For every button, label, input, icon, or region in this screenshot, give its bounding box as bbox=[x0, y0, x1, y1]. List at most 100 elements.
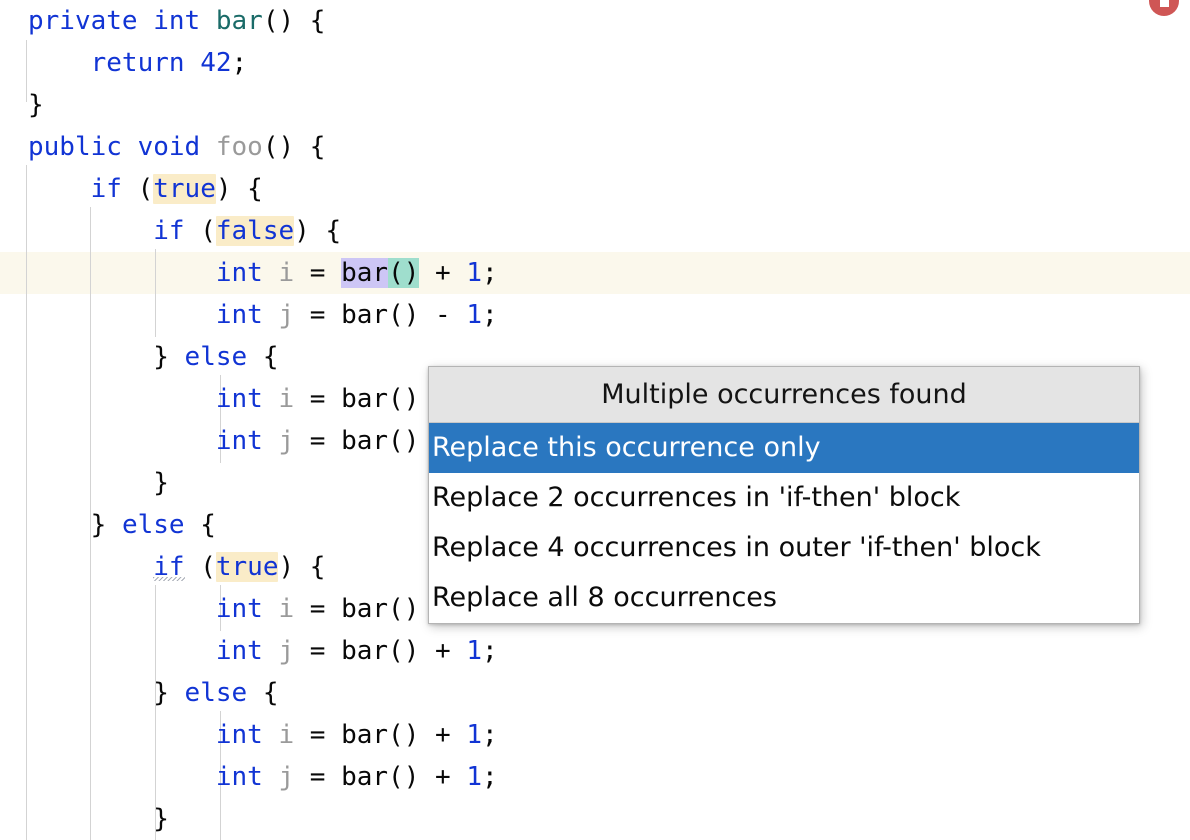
popup-option-1[interactable]: Replace this occurrence only bbox=[429, 423, 1139, 473]
code-token bbox=[28, 384, 216, 414]
code-token: bar() bbox=[341, 384, 419, 414]
code-line-text: int i = bar() + 1; bbox=[28, 252, 498, 294]
code-token: = bbox=[294, 384, 341, 414]
code-token: else bbox=[185, 678, 248, 708]
code-token bbox=[106, 510, 122, 540]
code-line[interactable]: int i = bar() + 1; bbox=[0, 252, 1190, 294]
code-token: = bbox=[294, 426, 341, 456]
highlighted-constant: true bbox=[153, 174, 216, 204]
code-line[interactable]: int j = bar() + 1; bbox=[0, 630, 1190, 672]
code-line[interactable]: int j = bar() + 1; bbox=[0, 756, 1190, 798]
code-token: else bbox=[185, 342, 248, 372]
code-token: () { bbox=[263, 6, 326, 36]
code-token: bar() bbox=[341, 720, 419, 750]
code-token: ) { bbox=[294, 216, 341, 246]
code-token bbox=[28, 636, 216, 666]
code-token: int bbox=[216, 636, 263, 666]
code-token: } bbox=[153, 804, 169, 834]
code-line-text: if (true) { bbox=[28, 168, 263, 210]
code-token: i bbox=[278, 384, 294, 414]
code-line[interactable]: } bbox=[0, 798, 1190, 840]
code-line-text: } else { bbox=[28, 672, 278, 714]
code-token: int bbox=[216, 720, 263, 750]
code-line-text: } bbox=[28, 462, 169, 504]
popup-title: Multiple occurrences found bbox=[429, 367, 1139, 423]
code-token bbox=[263, 636, 279, 666]
code-line[interactable]: return 42; bbox=[0, 42, 1190, 84]
code-token: j bbox=[278, 636, 294, 666]
code-token: bar() bbox=[341, 300, 419, 330]
code-token: { bbox=[247, 342, 278, 372]
code-line-text: int i = bar() + 1; bbox=[28, 714, 498, 756]
code-token: ; bbox=[482, 636, 498, 666]
code-token bbox=[138, 6, 154, 36]
popup-option-4[interactable]: Replace all 8 occurrences bbox=[429, 573, 1139, 623]
popup-option-2[interactable]: Replace 2 occurrences in 'if-then' block bbox=[429, 473, 1139, 523]
code-token: 42 bbox=[200, 48, 231, 78]
code-token bbox=[263, 300, 279, 330]
code-token bbox=[28, 342, 153, 372]
indent-guide bbox=[26, 40, 27, 102]
code-token: + bbox=[419, 636, 466, 666]
code-token: j bbox=[278, 300, 294, 330]
code-token bbox=[28, 258, 216, 288]
code-line-text: } bbox=[28, 798, 169, 840]
code-line[interactable]: private int bar() { bbox=[0, 0, 1190, 42]
code-token: { bbox=[247, 678, 278, 708]
code-token bbox=[169, 342, 185, 372]
code-token: if bbox=[153, 216, 184, 246]
code-token: i bbox=[278, 594, 294, 624]
code-token: 1 bbox=[466, 762, 482, 792]
code-token: ; bbox=[232, 48, 248, 78]
code-token: ( bbox=[185, 216, 216, 246]
error-stop-glyph bbox=[1160, 0, 1169, 7]
code-token: 1 bbox=[466, 258, 482, 288]
code-token: () { bbox=[263, 132, 326, 162]
code-token bbox=[263, 426, 279, 456]
code-line[interactable]: } else { bbox=[0, 672, 1190, 714]
code-token bbox=[28, 552, 153, 582]
code-token: } bbox=[153, 342, 169, 372]
code-token: j bbox=[278, 426, 294, 456]
code-token: void bbox=[138, 132, 201, 162]
code-token: int bbox=[216, 762, 263, 792]
code-token: public bbox=[28, 132, 122, 162]
code-token bbox=[28, 48, 91, 78]
code-token: else bbox=[122, 510, 185, 540]
code-token bbox=[28, 804, 153, 834]
code-token bbox=[200, 132, 216, 162]
code-token: } bbox=[153, 678, 169, 708]
code-token bbox=[28, 594, 216, 624]
code-token bbox=[28, 426, 216, 456]
code-token: ; bbox=[482, 258, 498, 288]
code-token: foo bbox=[216, 132, 263, 162]
multiple-occurrences-popup[interactable]: Multiple occurrences found Replace this … bbox=[428, 366, 1140, 624]
code-token: int bbox=[216, 300, 263, 330]
code-token bbox=[169, 678, 185, 708]
code-token: ( bbox=[185, 552, 216, 582]
code-line[interactable]: public void foo() { bbox=[0, 126, 1190, 168]
code-token: i bbox=[278, 258, 294, 288]
code-token: ) { bbox=[278, 552, 325, 582]
code-token: = bbox=[294, 762, 341, 792]
code-line-text: public void foo() { bbox=[28, 126, 325, 168]
code-line[interactable]: int i = bar() + 1; bbox=[0, 714, 1190, 756]
popup-option-3[interactable]: Replace 4 occurrences in outer 'if-then'… bbox=[429, 523, 1139, 573]
code-token: i bbox=[278, 720, 294, 750]
code-token bbox=[28, 216, 153, 246]
popup-option-list[interactable]: Replace this occurrence onlyReplace 2 oc… bbox=[429, 423, 1139, 623]
code-token: 1 bbox=[466, 636, 482, 666]
highlighted-identifier: bar bbox=[341, 258, 388, 288]
code-token: - bbox=[419, 300, 466, 330]
code-token: j bbox=[278, 762, 294, 792]
code-line[interactable]: if (false) { bbox=[0, 210, 1190, 252]
code-token bbox=[28, 510, 91, 540]
code-line-text: if (true) { bbox=[28, 546, 325, 588]
code-token: int bbox=[153, 6, 200, 36]
code-line[interactable]: } bbox=[0, 84, 1190, 126]
code-line-text: } else { bbox=[28, 336, 278, 378]
code-token: if bbox=[91, 174, 122, 204]
code-line[interactable]: int j = bar() - 1; bbox=[0, 294, 1190, 336]
code-line[interactable]: if (true) { bbox=[0, 168, 1190, 210]
code-token: int bbox=[216, 384, 263, 414]
